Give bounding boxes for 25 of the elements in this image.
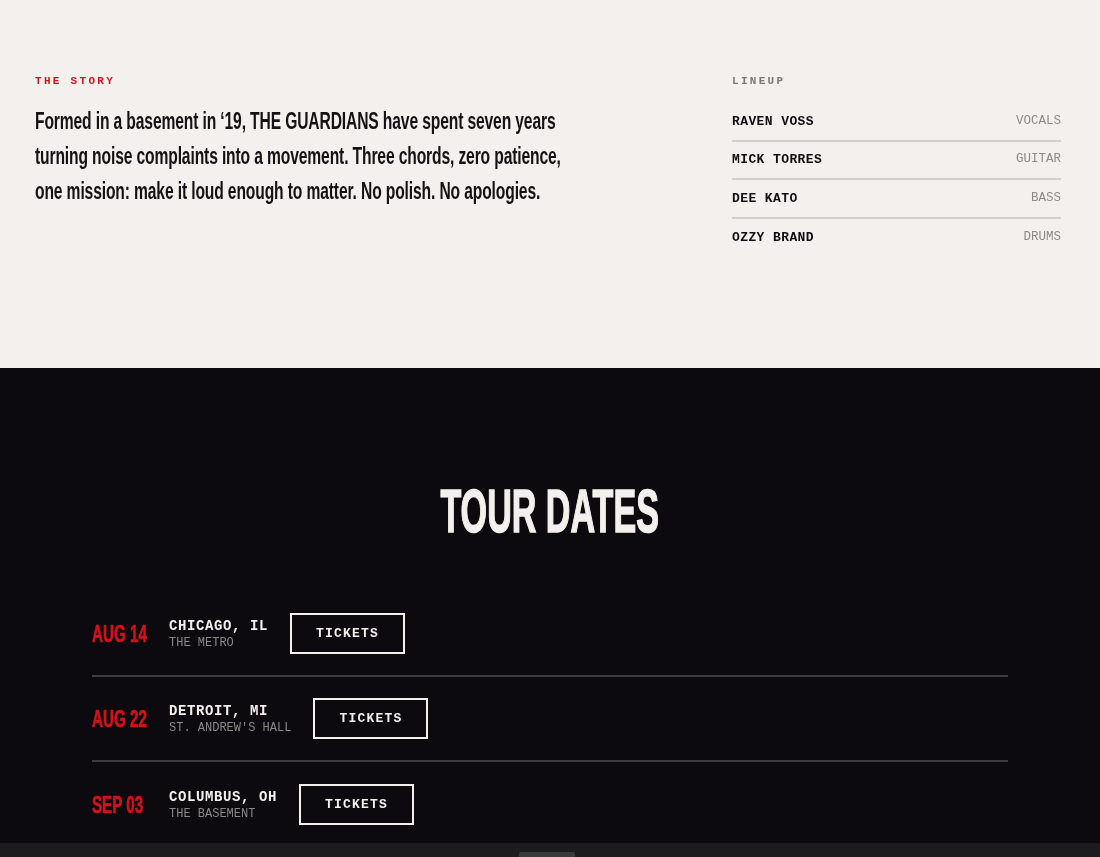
scrollbar-thumb[interactable] bbox=[519, 852, 575, 857]
member-name: DEE KATO bbox=[732, 189, 798, 208]
member-name: MICK TORRES bbox=[732, 151, 823, 169]
tour-title: TOUR DATES bbox=[440, 480, 660, 542]
tour-venue: ST. ANDREW'S HALL bbox=[169, 719, 292, 736]
tour-venue: THE METRO bbox=[169, 634, 235, 651]
tour-city: DETROIT, MI bbox=[169, 701, 269, 720]
tour-city: COLUMBUS, OH bbox=[169, 787, 278, 806]
tour-date: AUG 14 bbox=[92, 621, 147, 646]
tour-city: CHICAGO, IL bbox=[169, 616, 268, 635]
tickets-button[interactable]: TICKETS bbox=[290, 613, 406, 654]
section-label: THE STORY bbox=[35, 74, 116, 88]
tickets-button[interactable]: TICKETS bbox=[313, 698, 429, 739]
member-role: VOCALS bbox=[1016, 112, 1061, 130]
tour-date: AUG 22 bbox=[92, 706, 147, 731]
member-name: OZZY BRAND bbox=[732, 229, 814, 247]
story-paragraph: Formed in a basement in ‘19, THE GUARDIANS have spent seven years turning noise complaints into a movement. Three chords, zero patience, one mission: make it loud enough to matter. No polish. No apologies. bbox=[35, 107, 562, 206]
tour-date: SEP 03 bbox=[92, 792, 144, 817]
member-role: BASS bbox=[1031, 189, 1061, 207]
section-label: LINEUP bbox=[732, 74, 786, 88]
tour-venue: THE BASEMENT bbox=[169, 805, 257, 822]
member-name: RAVEN VOSS bbox=[732, 112, 814, 131]
member-role: GUITAR bbox=[1016, 151, 1061, 169]
member-role: DRUMS bbox=[1023, 229, 1061, 247]
tickets-button[interactable]: TICKETS bbox=[299, 784, 415, 825]
